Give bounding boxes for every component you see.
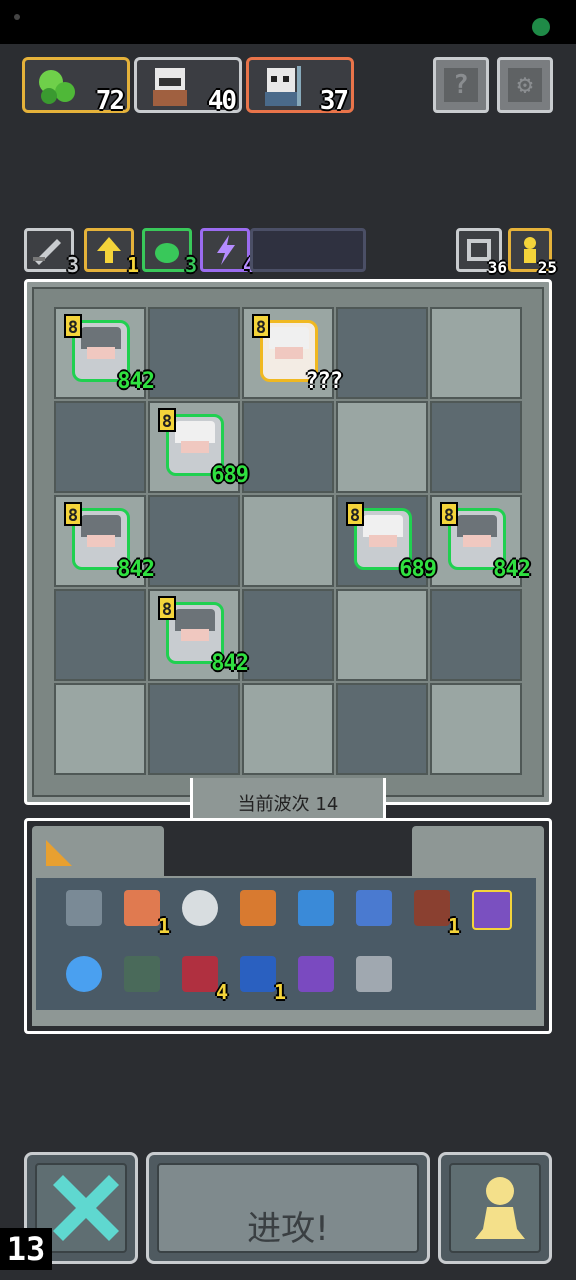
board-cell[interactable] — [242, 589, 334, 681]
board-cell[interactable] — [336, 307, 428, 399]
beast-mask-item[interactable] — [118, 950, 166, 998]
settings-button[interactable]: ⚙ — [497, 57, 553, 113]
board-cell[interactable] — [430, 683, 522, 775]
mic-indicator-icon — [532, 18, 550, 36]
board-cell[interactable] — [242, 401, 334, 493]
mirror-item[interactable] — [176, 884, 224, 932]
board-cell[interactable] — [336, 589, 428, 681]
board-cell[interactable] — [430, 589, 522, 681]
crystal-ball-item[interactable] — [60, 950, 108, 998]
board-cell[interactable] — [54, 683, 146, 775]
board-cell[interactable] — [148, 495, 240, 587]
unit-hp: 842 — [117, 369, 155, 394]
board-cell[interactable] — [242, 683, 334, 775]
buff-lightning[interactable]: 4 — [200, 228, 255, 277]
hammer-item[interactable] — [60, 884, 108, 932]
pawn-button[interactable] — [438, 1152, 552, 1264]
gear-icon: ⚙ — [508, 68, 542, 102]
board-cell[interactable] — [336, 401, 428, 493]
buff-upgrade[interactable]: 1 — [84, 228, 139, 277]
board-cell[interactable] — [148, 683, 240, 775]
water-swirl-item[interactable] — [292, 884, 340, 932]
board-cell[interactable] — [430, 307, 522, 399]
bat-wings-item[interactable] — [292, 950, 340, 998]
skeleton-portrait-icon — [265, 66, 301, 106]
unit-hp: 689 — [211, 463, 249, 488]
buff-sword[interactable]: 3 — [24, 228, 79, 277]
buff-count: 1 — [126, 253, 139, 277]
board-cell[interactable] — [148, 307, 240, 399]
wind-swirl-item[interactable] — [350, 884, 398, 932]
staff-item[interactable] — [466, 884, 514, 932]
resource-green-slime[interactable]: 72 — [22, 57, 130, 116]
hourglass-item[interactable]: 1 — [234, 950, 286, 1004]
potion-jar-item[interactable]: 1 — [118, 884, 170, 938]
inventory-grid — [36, 878, 536, 1010]
refresh-count: 36 — [487, 258, 507, 277]
sword-icon — [33, 239, 61, 265]
buff-count: 3 — [66, 253, 79, 277]
resource-value: 37 — [319, 86, 349, 116]
pawn-count: 25 — [537, 258, 557, 277]
resource-white-bandit[interactable]: 40 — [134, 57, 242, 116]
fire-scroll-item[interactable] — [234, 884, 282, 932]
knight-unit[interactable]: 8 842 — [148, 590, 249, 682]
cross-icon — [53, 1175, 119, 1241]
status-bar — [0, 0, 576, 44]
unit-level: 8 — [64, 502, 82, 526]
unit-hp: 842 — [117, 557, 155, 582]
pawn-icon — [475, 1177, 525, 1239]
board-cell[interactable] — [54, 589, 146, 681]
question-icon: ? — [444, 68, 478, 102]
attack-label: 进攻! — [247, 1209, 329, 1249]
demon-mask-item[interactable]: 4 — [176, 950, 228, 1004]
unit-level: 8 — [252, 314, 270, 338]
wave-label: 当前波次 14 — [237, 794, 339, 815]
unit-hp: ??? — [305, 369, 343, 394]
princess-unit[interactable]: 8 ??? — [242, 308, 343, 400]
unit-hp: 842 — [493, 557, 531, 582]
dagger-item[interactable] — [350, 950, 398, 998]
board-cell[interactable] — [54, 401, 146, 493]
board-cell[interactable] — [242, 495, 334, 587]
green-slime-icon — [39, 70, 75, 104]
resource-skeleton-mage[interactable]: 37 — [246, 57, 354, 116]
resource-value: 40 — [207, 86, 237, 116]
cheese-icon — [46, 840, 72, 866]
board-cell[interactable] — [336, 683, 428, 775]
round-counter: 13 — [0, 1228, 52, 1270]
knight-unit[interactable]: 8 842 — [54, 308, 155, 400]
buff-bar-empty — [250, 228, 366, 272]
inventory-tab-right[interactable] — [412, 826, 544, 876]
arrow-up-icon — [97, 237, 121, 263]
buff-slime[interactable]: 3 — [142, 228, 197, 277]
attack-button[interactable]: 进攻! — [146, 1152, 430, 1264]
boot-item[interactable]: 1 — [408, 884, 460, 938]
refresh-counter[interactable]: 36 — [456, 228, 507, 277]
camera-dot — [14, 14, 20, 20]
unit-level: 8 — [158, 408, 176, 432]
knight-unit[interactable]: 8 842 — [54, 496, 155, 588]
unit-level: 8 — [346, 502, 364, 526]
lightning-icon — [217, 235, 235, 265]
unit-level: 8 — [64, 314, 82, 338]
board-cell[interactable] — [430, 401, 522, 493]
unit-hp: 842 — [211, 651, 249, 676]
unit-level: 8 — [440, 502, 458, 526]
buff-count: 3 — [184, 253, 197, 277]
pawn-counter[interactable]: 25 — [508, 228, 557, 277]
resource-value: 72 — [95, 86, 125, 116]
priest-unit[interactable]: 8 689 — [336, 496, 437, 588]
bandit-portrait-icon — [153, 68, 187, 106]
priest-unit[interactable]: 8 689 — [148, 402, 249, 494]
slime-icon — [155, 243, 179, 263]
knight-unit[interactable]: 8 842 — [430, 496, 531, 588]
help-button[interactable]: ? — [433, 57, 489, 113]
unit-level: 8 — [158, 596, 176, 620]
inventory-tab[interactable] — [32, 826, 164, 876]
